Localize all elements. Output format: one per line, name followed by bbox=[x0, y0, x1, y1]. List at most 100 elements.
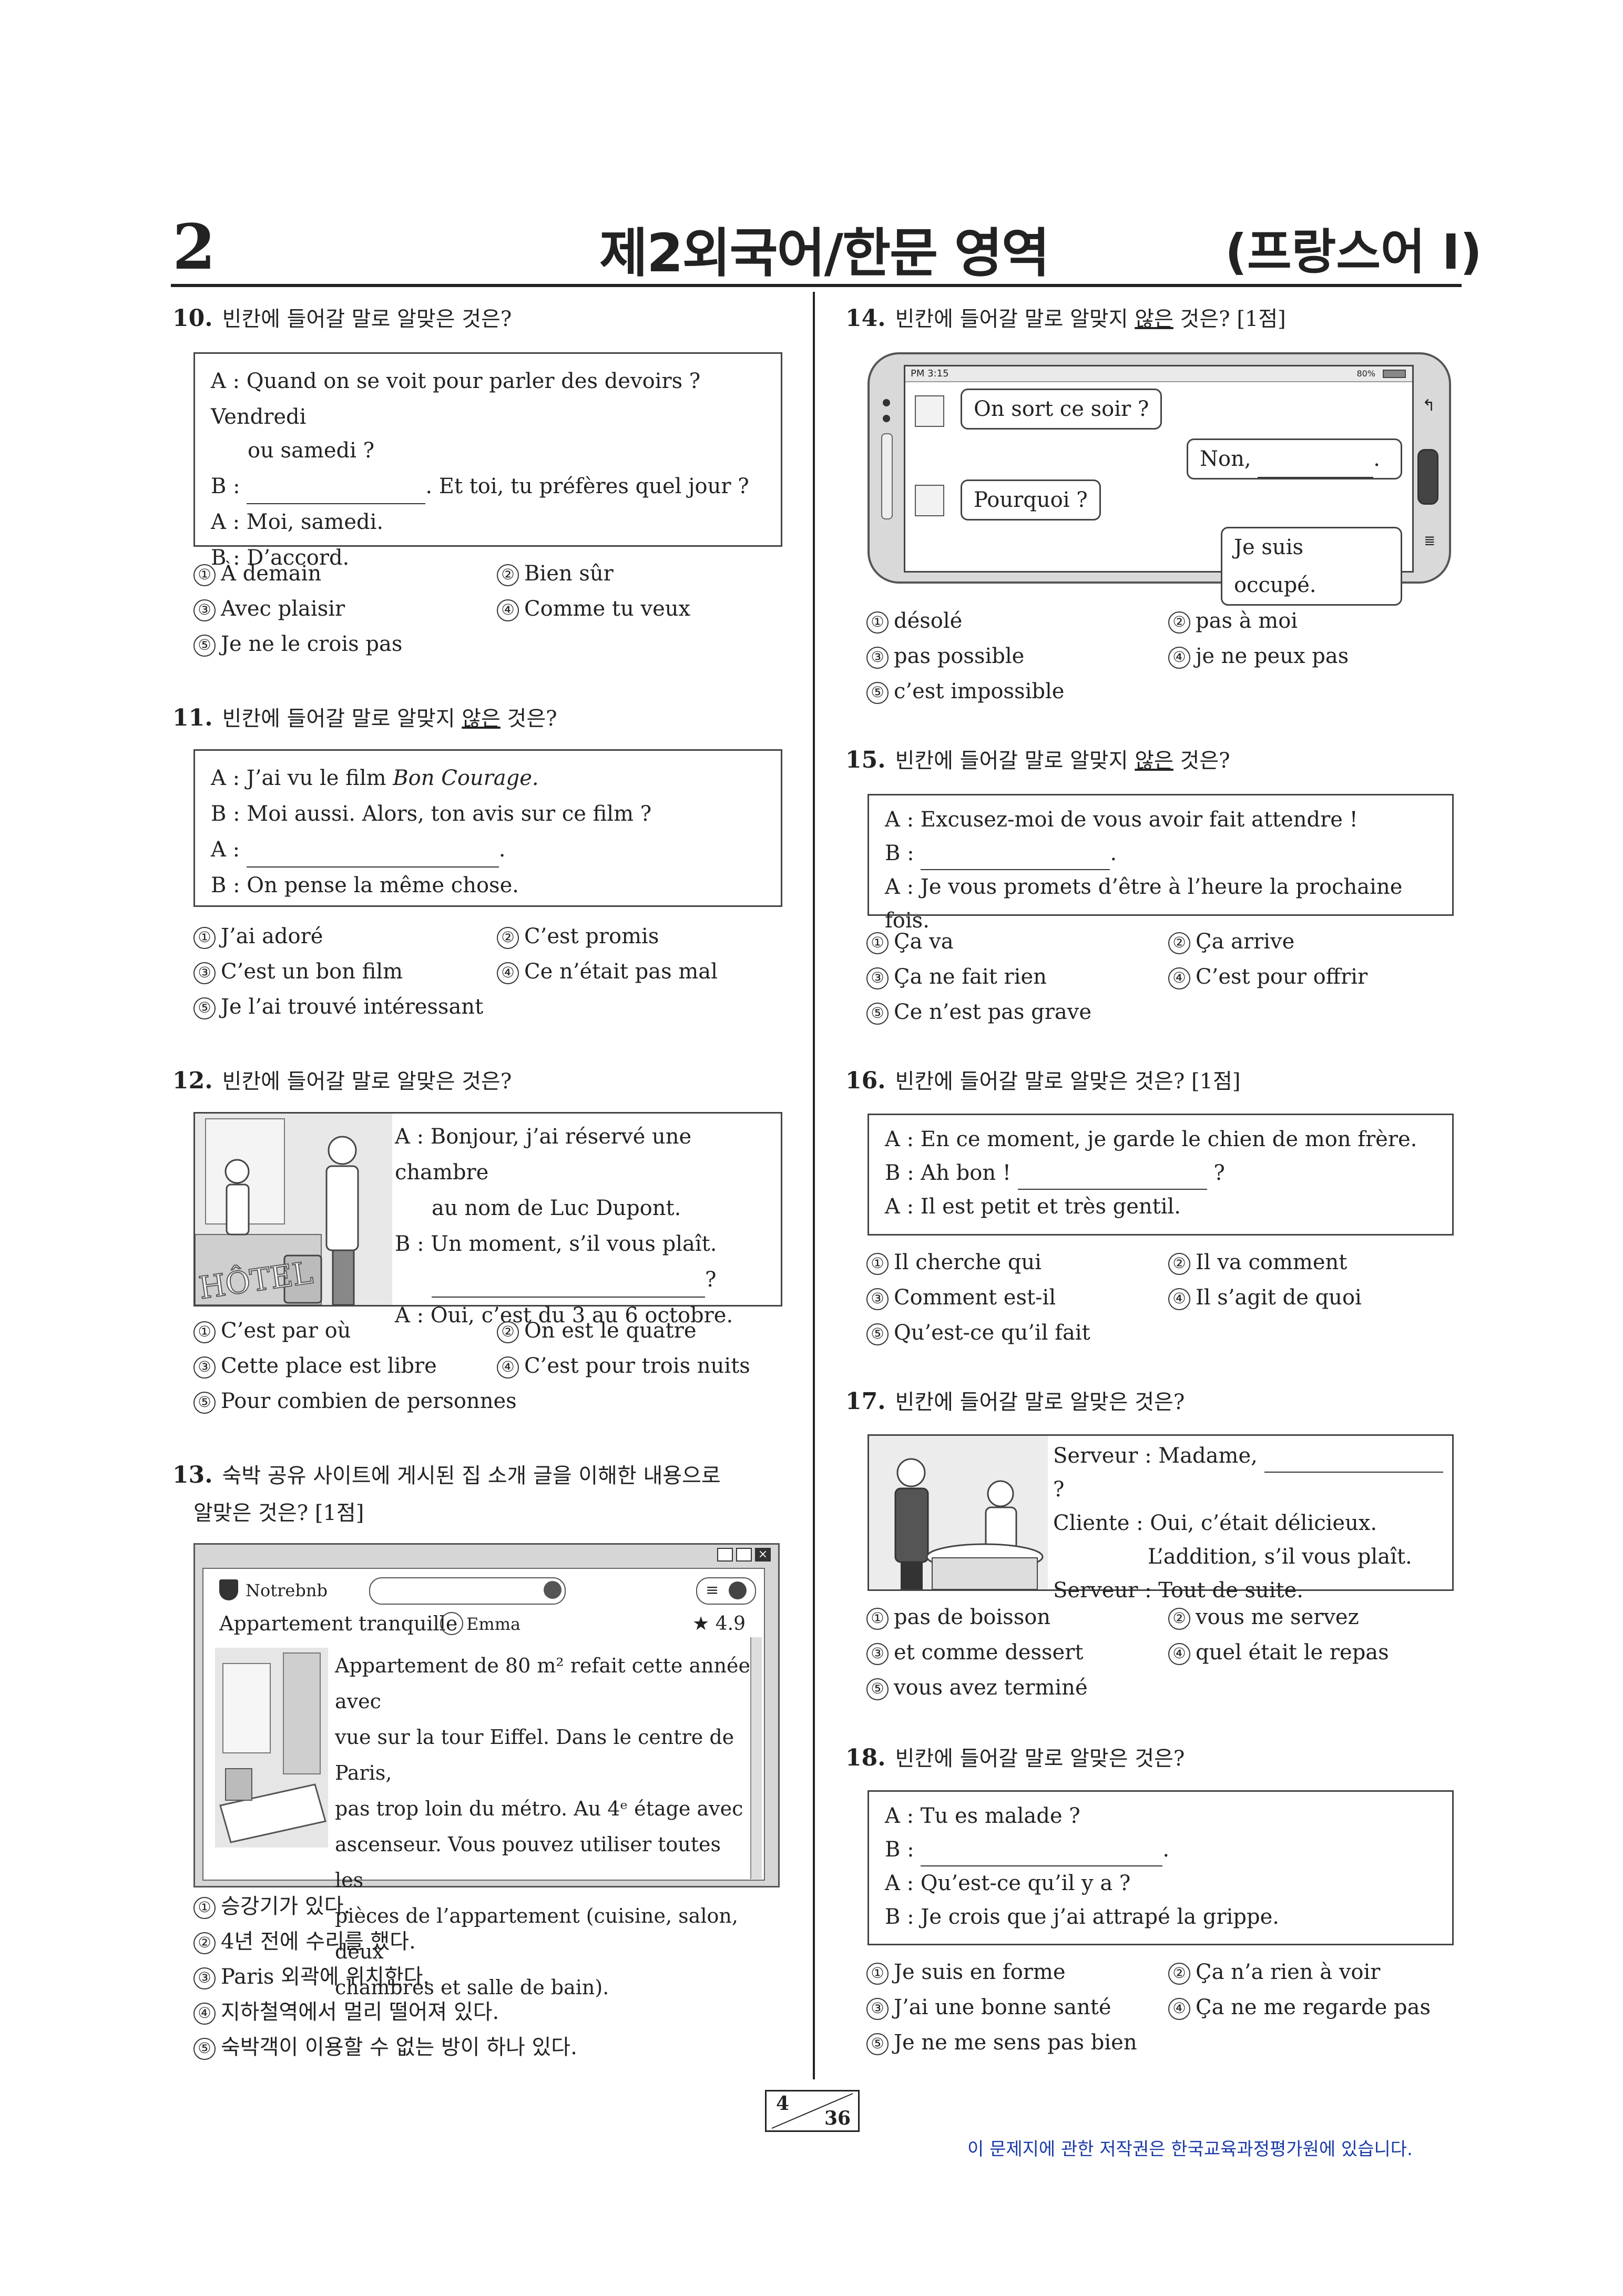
copyright-notice: 이 문제지에 관한 저작권은 한국교육과정평가원에 있습니다. bbox=[967, 2139, 1413, 2160]
q10-option-4[interactable]: ④ Comme tu veux bbox=[497, 595, 690, 623]
q13-option-4[interactable]: ④ 지하철역에서 멀리 떨어져 있다. bbox=[193, 1998, 499, 2026]
q11-option-1[interactable]: ① J’ai adoré bbox=[193, 923, 323, 950]
q10-line: ou samedi ? bbox=[248, 438, 375, 463]
phone-speaker bbox=[881, 433, 893, 519]
back-icon[interactable]: ↰ bbox=[1422, 396, 1435, 415]
menu-key-icon[interactable]: ≣ bbox=[1424, 533, 1435, 549]
q10-option-3[interactable]: ③ Avec plaisir bbox=[193, 595, 345, 623]
q16-option-3[interactable]: ③ Comment est-il bbox=[866, 1284, 1056, 1311]
q14-option-1[interactable]: ① désolé bbox=[866, 607, 962, 635]
listing-description: pas trop loin du métro. Au 4ᵉ étage avec bbox=[335, 1797, 743, 1820]
q11-option-5[interactable]: ⑤ Je l’ai trouvé intéressant bbox=[193, 993, 483, 1021]
minimize-icon[interactable] bbox=[717, 1548, 733, 1562]
q16-option-1[interactable]: ① Il cherche qui bbox=[866, 1249, 1042, 1276]
q18-option-5[interactable]: ⑤ Je ne me sens pas bien bbox=[866, 2029, 1137, 2056]
q17-line: Serveur : Madame, ? bbox=[1053, 1439, 1452, 1506]
avatar bbox=[915, 395, 944, 427]
chat-message-outgoing: Non, . bbox=[1187, 438, 1402, 479]
q15-option-5[interactable]: ⑤ Ce n’est pas grave bbox=[866, 998, 1091, 1026]
exam-title: 제2외국어/한문 영역 bbox=[599, 222, 1050, 284]
q11-line: A : . bbox=[211, 832, 765, 868]
q10-option-1[interactable]: ①À demain bbox=[193, 560, 321, 587]
q13-option-3[interactable]: ③ Paris 외곽에 위치한다. bbox=[193, 1963, 430, 1991]
q16-option-4[interactable]: ④ Il s’agit de quoi bbox=[1168, 1284, 1362, 1311]
smartphone: ↰ ≣ PM 3:15 80% On sort ce soir ? Non, .… bbox=[867, 352, 1451, 606]
status-time: PM 3:15 bbox=[911, 368, 949, 379]
q15-option-2[interactable]: ② Ça arrive bbox=[1168, 928, 1294, 955]
question-18: 18. 빈칸에 들어갈 말로 알맞은 것은? bbox=[845, 1744, 1185, 1771]
q16-option-5[interactable]: ⑤ Qu’est-ce qu’il fait bbox=[866, 1319, 1090, 1346]
q10-line: A : Moi, samedi. bbox=[211, 510, 384, 534]
q15-option-4[interactable]: ④ C’est pour offrir bbox=[1168, 963, 1367, 991]
q18-option-1[interactable]: ① Je suis en forme bbox=[866, 1958, 1066, 1986]
q14-option-3[interactable]: ③ pas possible bbox=[866, 642, 1024, 670]
q17-dialog-box: Serveur : Madame, ? Cliente : Oui, c’éta… bbox=[867, 1434, 1454, 1603]
listing-description: Appartement de 80 m² refait cette année … bbox=[335, 1654, 751, 1713]
menu-icon: ≡ bbox=[706, 1581, 719, 1599]
q18-option-2[interactable]: ② Ça n’a rien à voir bbox=[1168, 1958, 1380, 1986]
q14-option-5[interactable]: ⑤ c’est impossible bbox=[866, 678, 1064, 705]
chat-message-incoming: On sort ce soir ? bbox=[961, 389, 1162, 430]
q10-option-5[interactable]: ⑤ Je ne le crois pas bbox=[193, 630, 402, 658]
q12-option-5[interactable]: ⑤ Pour combien de personnes bbox=[193, 1387, 517, 1415]
q12-option-3[interactable]: ③ Cette place est libre bbox=[193, 1352, 437, 1380]
phone-screen: PM 3:15 80% On sort ce soir ? Non, . Pou… bbox=[904, 365, 1414, 606]
search-icon[interactable] bbox=[544, 1581, 562, 1599]
site-name: Notrebnb bbox=[246, 1580, 328, 1600]
q11-option-4[interactable]: ④ Ce n’était pas mal bbox=[497, 958, 718, 985]
q16-line: A : Il est petit et très gentil. bbox=[885, 1195, 1181, 1219]
q13-option-1[interactable]: ① 승강기가 있다. bbox=[193, 1893, 350, 1920]
listing-title: Appartement tranquille bbox=[219, 1612, 458, 1635]
q18-option-4[interactable]: ④ Ça ne me regarde pas bbox=[1168, 1994, 1431, 2021]
q16-line: B : Ah bon ! ? bbox=[885, 1156, 1436, 1190]
q17-option-3[interactable]: ③ et comme dessert bbox=[866, 1639, 1083, 1666]
q16-option-2[interactable]: ② Il va comment bbox=[1168, 1249, 1347, 1276]
q15-line: A : Excusez-moi de vous avoir fait atten… bbox=[885, 808, 1358, 832]
q17-line: Cliente : Oui, c’était délicieux. bbox=[1053, 1511, 1377, 1535]
q12-dialog-box: HÔTEL A : Bonjour, j’ai réservé une cham… bbox=[193, 1112, 782, 1328]
battery-percent: 80% bbox=[1356, 369, 1375, 379]
listing-description: ascenseur. Vous pouvez utiliser toutes l… bbox=[335, 1833, 721, 1892]
q17-option-5[interactable]: ⑤ vous avez terminé bbox=[866, 1674, 1088, 1701]
status-bar: PM 3:15 80% bbox=[905, 366, 1412, 382]
q13-option-2[interactable]: ② 4년 전에 수리를 했다. bbox=[193, 1928, 416, 1955]
q17-option-4[interactable]: ④ quel était le repas bbox=[1168, 1639, 1389, 1666]
home-button[interactable] bbox=[1417, 449, 1438, 505]
q13-option-5[interactable]: ⑤ 숙박객이 이용할 수 없는 방이 하나 있다. bbox=[193, 2034, 577, 2061]
q14-option-4[interactable]: ④ je ne peux pas bbox=[1168, 642, 1349, 670]
q11-option-2[interactable]: ② C’est promis bbox=[497, 923, 659, 950]
q15-option-3[interactable]: ③ Ça ne fait rien bbox=[866, 963, 1047, 991]
q11-dialog-box: A : J’ai vu le film Bon Courage. B : Moi… bbox=[193, 749, 782, 907]
q17-option-1[interactable]: ① pas de boisson bbox=[866, 1604, 1050, 1631]
q17-option-2[interactable]: ② vous me servez bbox=[1168, 1604, 1359, 1631]
q15-option-1[interactable]: ① Ça va bbox=[866, 928, 954, 955]
search-input[interactable] bbox=[369, 1577, 566, 1605]
chat-message-outgoing: Je suis occupé. bbox=[1221, 527, 1402, 606]
maximize-icon[interactable] bbox=[736, 1548, 752, 1562]
q10-line: B : . Et toi, tu préfères quel jour ? bbox=[211, 468, 765, 504]
q18-option-3[interactable]: ③ J’ai une bonne santé bbox=[866, 1994, 1111, 2021]
close-icon[interactable]: × bbox=[755, 1548, 771, 1562]
browser-window: × Notrebnb ≡ Appartement tranquille Emma… bbox=[193, 1543, 780, 1999]
question-15: 15. 빈칸에 들어갈 말로 알맞지 않은 것은? bbox=[845, 747, 1230, 773]
q11-line: A : J’ai vu le film Bon Courage. bbox=[211, 766, 539, 790]
q11-line: B : Moi aussi. Alors, ton avis sur ce fi… bbox=[211, 802, 652, 826]
q11-option-3[interactable]: ③ C’est un bon film bbox=[193, 958, 403, 985]
q12-option-1[interactable]: ① C’est par où bbox=[193, 1317, 351, 1344]
question-11: 11. 빈칸에 들어갈 말로 알맞지 않은 것은? bbox=[172, 705, 557, 731]
q11-line: B : On pense la même chose. bbox=[211, 873, 519, 897]
menu-profile-button[interactable]: ≡ bbox=[696, 1577, 756, 1605]
q12-line: B : Un moment, s’il vous plaît. bbox=[395, 1232, 717, 1256]
q14-option-2[interactable]: ② pas à moi bbox=[1168, 607, 1298, 635]
q18-line: B : . bbox=[885, 1833, 1436, 1866]
question-10: 10. 빈칸에 들어갈 말로 알맞은 것은? bbox=[172, 305, 512, 332]
q16-dialog-box: A : En ce moment, je garde le chien de m… bbox=[867, 1114, 1454, 1236]
question-13-line2: 알맞은 것은? [1점] bbox=[193, 1501, 364, 1525]
q18-dialog-box: A : Tu es malade ? B : . A : Qu’est-ce q… bbox=[867, 1790, 1454, 1945]
q12-option-2[interactable]: ② On est le quatre bbox=[497, 1317, 697, 1344]
q12-option-4[interactable]: ④ C’est pour trois nuits bbox=[497, 1352, 750, 1380]
q10-option-2[interactable]: ② Bien sûr bbox=[497, 560, 614, 587]
scrollbar[interactable] bbox=[750, 1637, 762, 1879]
host-avatar bbox=[440, 1612, 463, 1635]
question-16: 16. 빈칸에 들어갈 말로 알맞은 것은? [1점] bbox=[845, 1067, 1241, 1094]
